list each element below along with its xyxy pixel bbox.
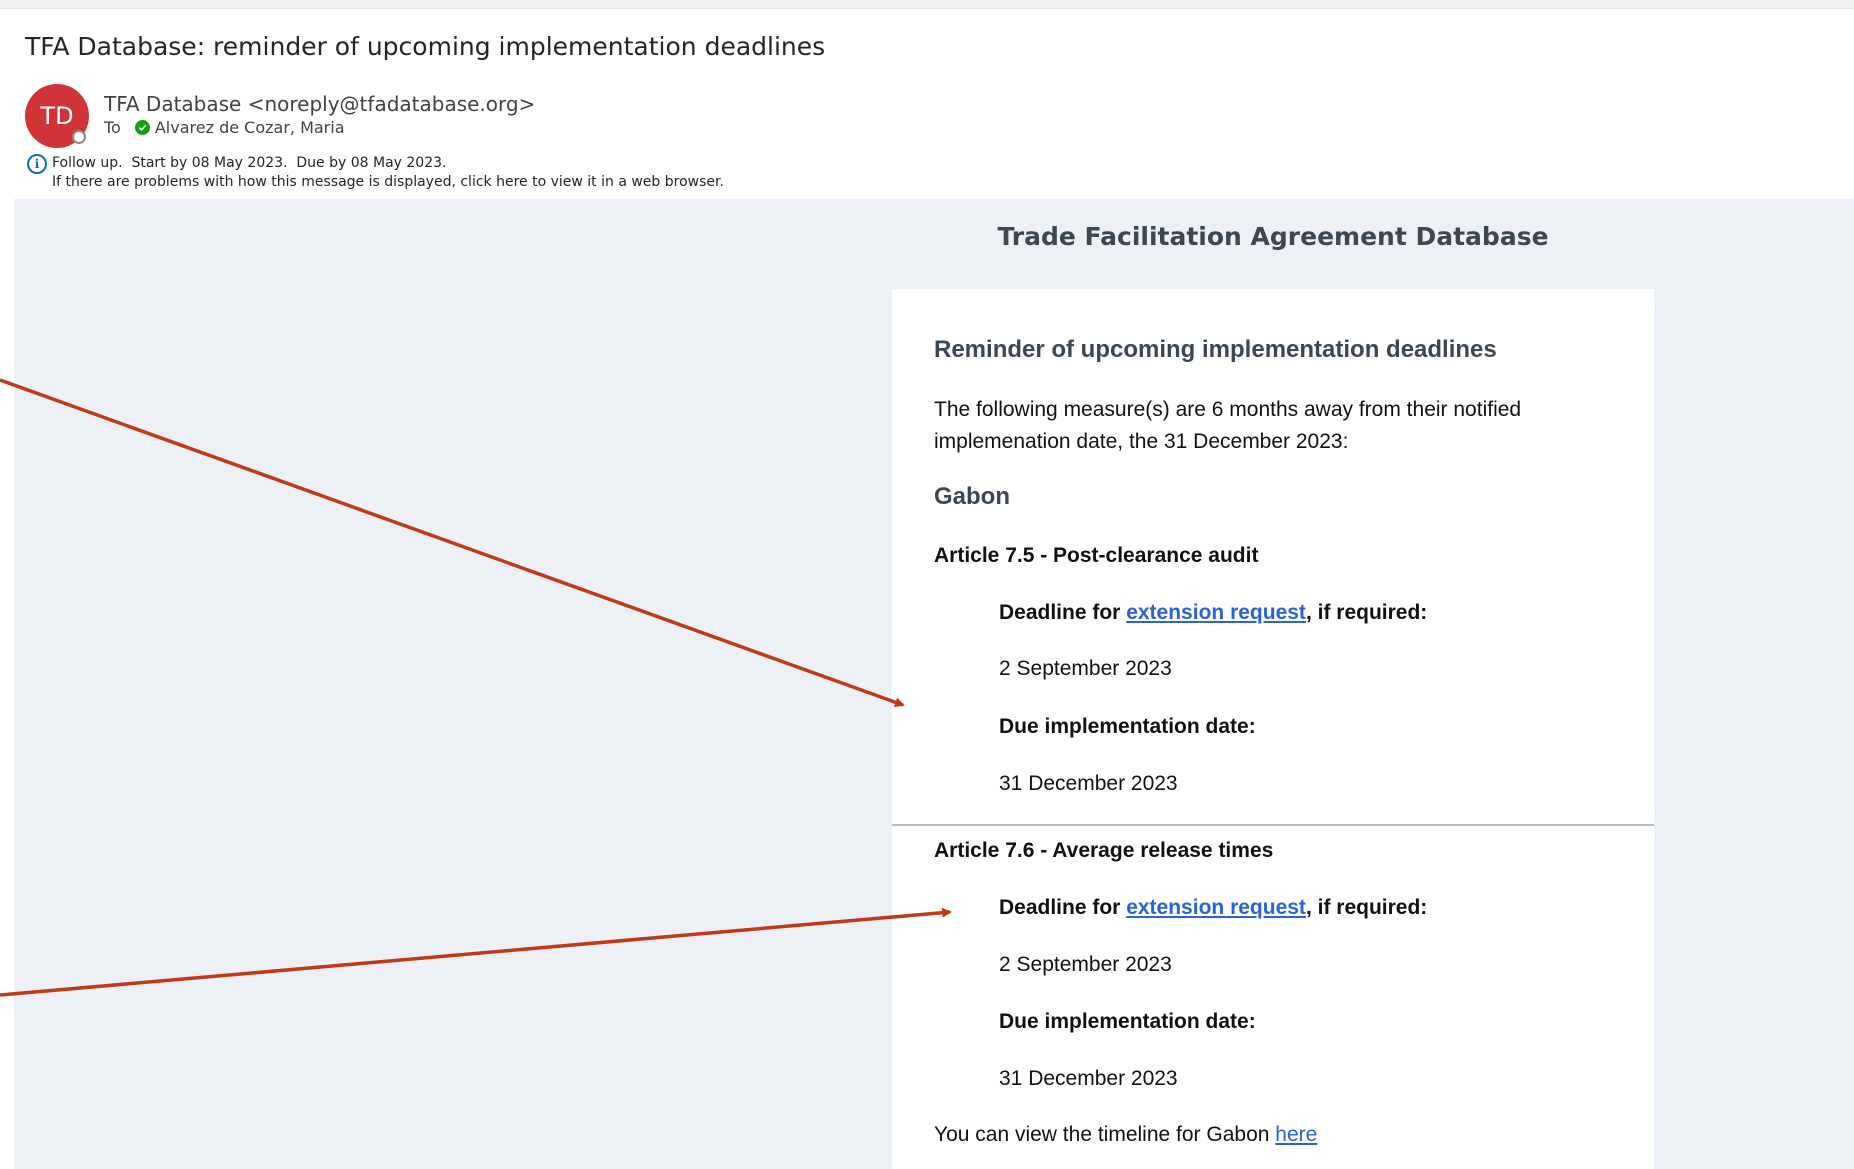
due-implementation-date: 31 December 2023 (999, 1067, 1178, 1090)
extension-deadline-date: 2 September 2023 (999, 657, 1172, 680)
reminder-heading: Reminder of upcoming implementation dead… (934, 336, 1497, 363)
extension-request-link[interactable]: extension request (1126, 896, 1306, 919)
email-subject: TFA Database: reminder of upcoming imple… (25, 32, 826, 61)
to-label: To (104, 118, 121, 137)
available-check-icon (134, 120, 150, 135)
deadline-prefix: Deadline for (999, 601, 1127, 624)
due-implementation-label: Due implementation date: (999, 1010, 1256, 1033)
deadline-suffix: , if required: (1305, 601, 1428, 624)
extension-deadline-date: 2 September 2023 (999, 953, 1172, 976)
presence-status-icon (72, 130, 86, 144)
deadline-prefix: Deadline for (999, 896, 1127, 919)
timeline-text: You can view the timeline for Gabon (934, 1123, 1276, 1146)
article-divider (892, 824, 1654, 826)
due-implementation-date: 31 December 2023 (999, 772, 1178, 795)
extension-deadline-label: Deadline for extension request, if requi… (999, 896, 1427, 920)
article-title: Article 7.5 - Post-clearance audit (934, 544, 1259, 567)
country-heading: Gabon (934, 483, 1010, 510)
intro-paragraph: The following measure(s) are 6 months aw… (934, 398, 1522, 453)
window-top-border (0, 0, 1854, 9)
view-in-browser-notice[interactable]: If there are problems with how this mess… (52, 174, 724, 190)
follow-up-flag-text: Follow up. Start by 08 May 2023. Due by … (52, 155, 447, 171)
extension-deadline-label: Deadline for extension request, if requi… (999, 601, 1427, 625)
timeline-footer: You can view the timeline for Gabon here (934, 1123, 1317, 1147)
info-icon: i (27, 154, 47, 174)
recipient-name[interactable]: Alvarez de Cozar, Maria (155, 118, 345, 137)
sender-address[interactable]: TFA Database <noreply@tfadatabase.org> (104, 92, 535, 116)
due-implementation-label: Due implementation date: (999, 715, 1256, 738)
site-title: Trade Facilitation Agreement Database (997, 222, 1549, 251)
deadline-suffix: , if required: (1305, 896, 1428, 919)
extension-request-link[interactable]: extension request (1126, 601, 1306, 624)
article-title: Article 7.6 - Average release times (934, 839, 1274, 862)
timeline-here-link[interactable]: here (1275, 1123, 1317, 1146)
recipient-row: To Alvarez de Cozar, Maria (104, 118, 345, 137)
